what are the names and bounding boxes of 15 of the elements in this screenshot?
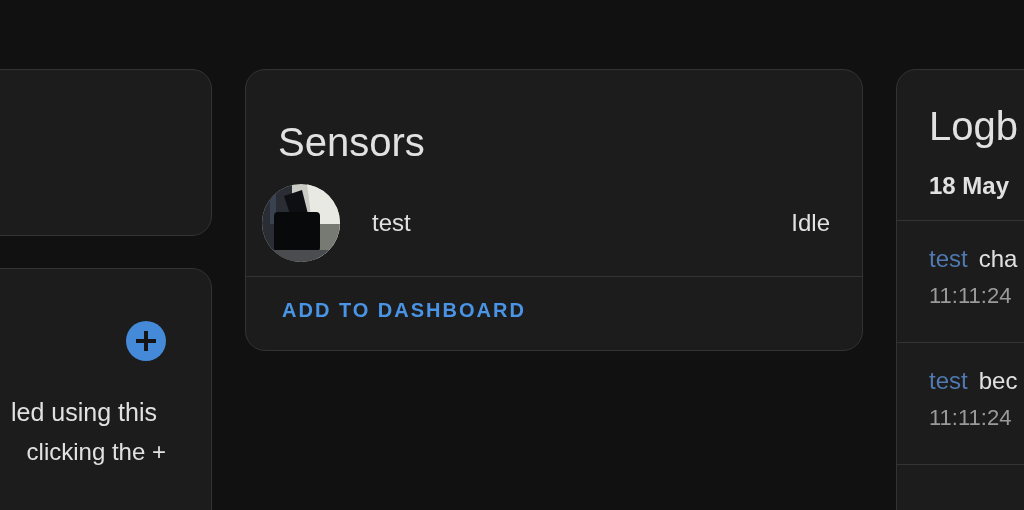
description-text: clicking the + <box>26 437 166 467</box>
log-message: bec <box>978 367 1018 394</box>
log-message: cha <box>978 245 1018 272</box>
entity-link[interactable]: test <box>929 245 968 272</box>
entity-state: Idle <box>791 209 830 237</box>
entity-name[interactable]: test <box>372 209 792 237</box>
log-time: 11:11:24 <box>929 405 1013 431</box>
card-title: Logb <box>928 103 1019 150</box>
card-title: Sensors <box>277 119 426 166</box>
add-icon[interactable] <box>126 321 166 361</box>
date-heading: 18 May <box>897 154 1024 221</box>
log-time: 11:11:24 <box>929 283 1013 309</box>
description-text: led using this <box>11 397 157 428</box>
entity-link[interactable]: test <box>929 367 968 394</box>
add-to-dashboard-button[interactable]: ADD TO DASHBOARD <box>266 291 542 330</box>
